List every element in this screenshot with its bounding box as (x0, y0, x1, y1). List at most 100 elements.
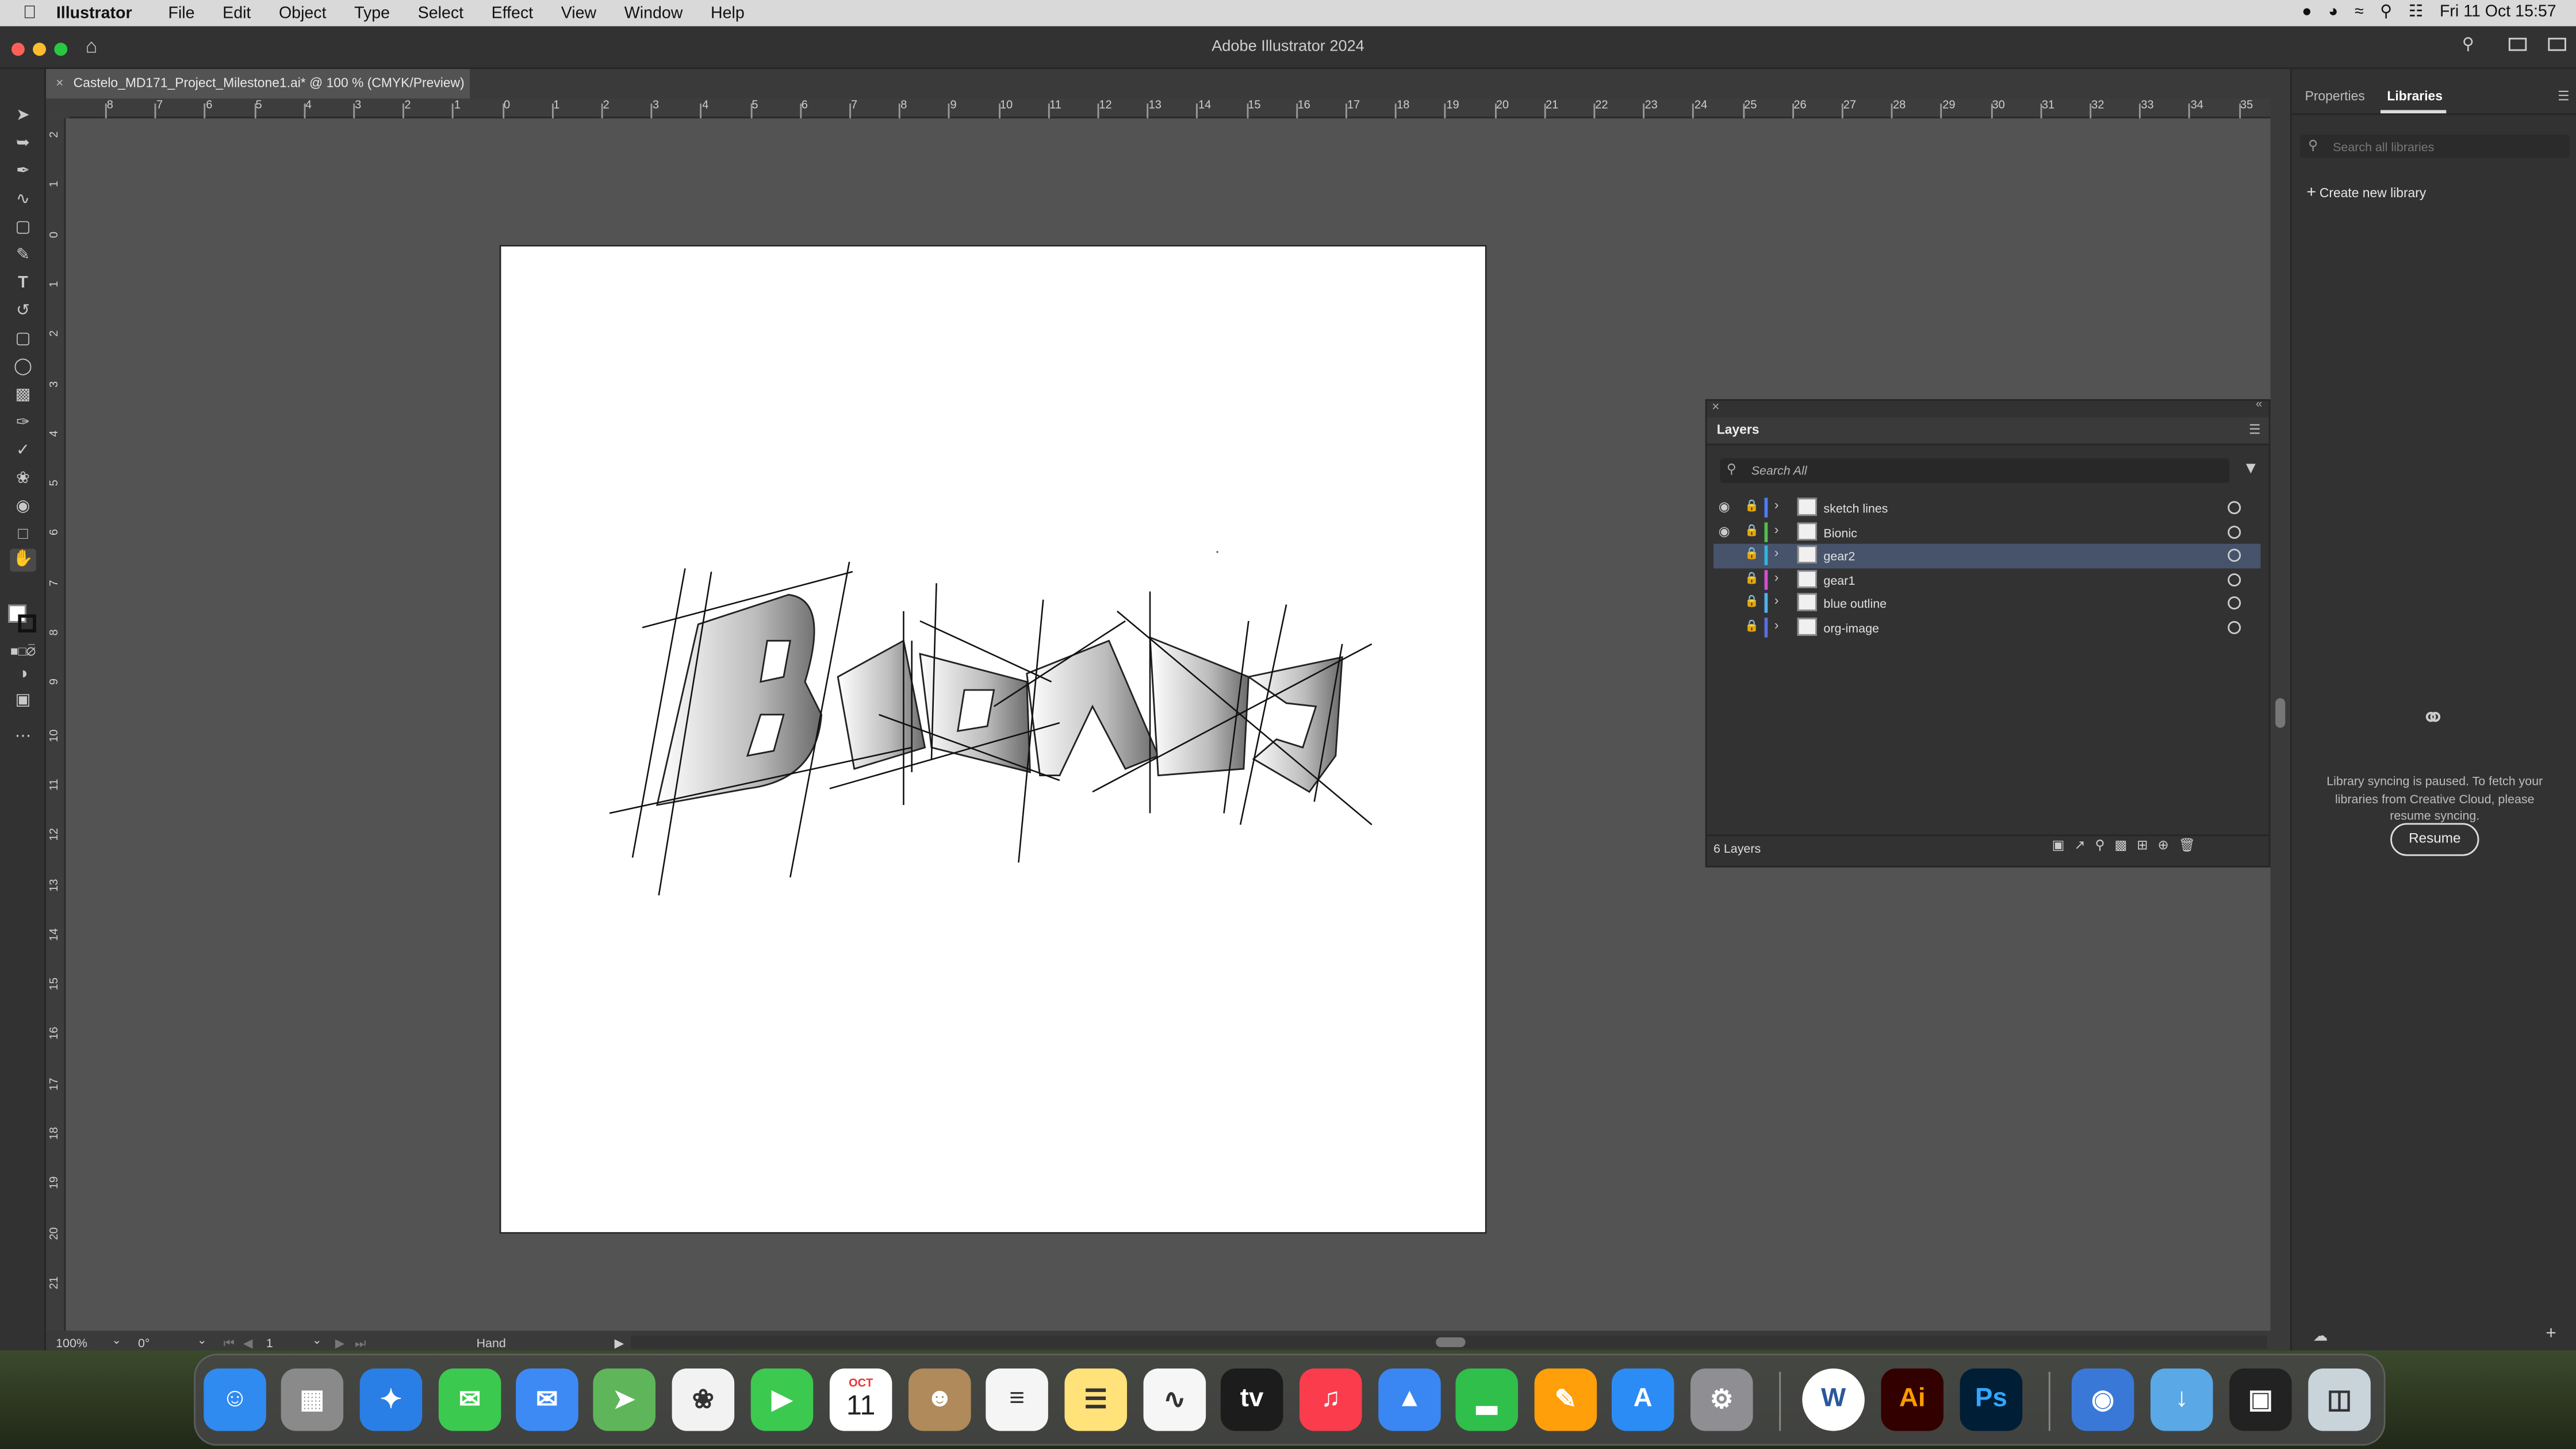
dock-photoshop-icon[interactable]: Ps (1960, 1368, 2023, 1431)
eye-icon[interactable]: ◉ (1719, 500, 1730, 515)
dock-mail-icon[interactable]: ✉ (516, 1368, 578, 1431)
app-menu[interactable]: Illustrator (56, 4, 132, 22)
close-panel-icon[interactable]: × (1712, 399, 1719, 414)
dock-finder-icon[interactable]: ☺ (204, 1368, 266, 1431)
document-tab[interactable]: × Castelo_MD171_Project_Milestone1.ai* @ … (46, 69, 470, 99)
workspace-icon[interactable] (2508, 37, 2527, 51)
eraser-tool-icon[interactable]: ▢ (10, 328, 36, 351)
expand-chevron-icon[interactable]: › (1774, 498, 1779, 513)
cloud-icon[interactable]: ☁ (2313, 1328, 2328, 1346)
color-mode-icon[interactable]: ■□⦱ (10, 641, 36, 664)
layers-search-field[interactable]: ⚲ Search All (1720, 458, 2230, 483)
horizontal-ruler[interactable]: 8 7 6 5 4 3 2 1 0 1 2 3 4 5 6 7 8 9 10 11 12 13 14 15 16 17 18 19 20… (69, 98, 2271, 118)
dock-preview-icon[interactable]: ▣ (2229, 1368, 2292, 1431)
target-circle-icon[interactable] (2228, 597, 2241, 611)
dock-network-icon[interactable]: ◉ (2071, 1368, 2134, 1431)
menu-object[interactable]: Object (279, 4, 327, 22)
collect-export-icon[interactable]: ▣ (2052, 838, 2075, 853)
clock[interactable]: Fri 11 Oct 15:57 (2440, 3, 2556, 21)
target-circle-icon[interactable] (2228, 501, 2241, 515)
target-circle-icon[interactable] (2228, 525, 2241, 538)
eye-icon[interactable]: ◉ (1719, 523, 1730, 538)
dock-notes-icon[interactable]: ☰ (1064, 1368, 1127, 1431)
layer-row[interactable]: 🔒 › org-image (1713, 616, 2260, 639)
screen-mode-icon[interactable]: ▣ (10, 690, 36, 713)
dock-launchpad-icon[interactable]: ▦ (281, 1368, 344, 1431)
dock-tv-icon[interactable]: tv (1220, 1368, 1283, 1431)
wifi-icon[interactable]: ≈ (2355, 3, 2364, 21)
next-artboard-icon[interactable]: ▶ (335, 1336, 345, 1351)
tab-libraries[interactable]: Libraries (2387, 89, 2443, 103)
blend-tool-icon[interactable]: ✓ (10, 440, 36, 463)
menu-select[interactable]: Select (418, 4, 463, 22)
expand-chevron-icon[interactable]: › (1774, 546, 1779, 561)
search-icon[interactable]: ⚲ (2462, 36, 2474, 54)
dock-facetime-icon[interactable]: ▶ (750, 1368, 814, 1431)
creative-cloud-icon[interactable]: ● (2302, 3, 2312, 21)
layer-name[interactable]: Bionic (1823, 525, 1857, 540)
search-icon[interactable]: ⚲ (2380, 3, 2392, 21)
rotate-tool-icon[interactable]: ↺ (10, 301, 36, 324)
dock-trash-icon[interactable]: ◫ (2308, 1368, 2371, 1431)
lock-icon[interactable]: 🔒 (1745, 595, 1759, 608)
dock-pages-icon[interactable]: ✎ (1534, 1368, 1597, 1431)
target-circle-icon[interactable] (2228, 621, 2241, 634)
direct-selection-tool-icon[interactable]: ➥ (10, 133, 36, 156)
create-library-button[interactable]: + Create new library (2306, 184, 2426, 202)
layer-name[interactable]: org-image (1823, 621, 1879, 636)
layer-name[interactable]: blue outline (1823, 597, 1887, 612)
sync-icon[interactable]: ◕ (2328, 3, 2338, 21)
curvature-tool-icon[interactable]: ∿ (10, 189, 36, 212)
arrange-icon[interactable] (2548, 37, 2566, 51)
layer-name[interactable]: gear2 (1823, 549, 1855, 564)
menu-type[interactable]: Type (354, 4, 390, 22)
dock-word-icon[interactable]: W (1802, 1368, 1865, 1431)
layer-name[interactable]: gear1 (1823, 573, 1855, 588)
artboard-tool-icon[interactable]: □ (10, 524, 36, 547)
lock-icon[interactable]: 🔒 (1745, 523, 1759, 536)
expand-chevron-icon[interactable]: › (1774, 570, 1779, 585)
layer-row[interactable]: 🔒 › blue outline (1713, 592, 2260, 616)
expand-chevron-icon[interactable]: › (1774, 594, 1779, 609)
control-center-icon[interactable]: ☷ (2409, 3, 2424, 21)
lock-icon[interactable]: 🔒 (1745, 572, 1759, 585)
menu-view[interactable]: View (561, 4, 596, 22)
layer-row[interactable]: ◉ 🔒 › sketch lines (1713, 496, 2260, 520)
layer-row[interactable]: 🔒 › gear1 (1713, 568, 2260, 592)
menu-edit[interactable]: Edit (223, 4, 251, 22)
new-sublayer-icon[interactable]: ⊞ (2137, 838, 2157, 853)
eyedropper-tool-icon[interactable]: ✑ (10, 412, 36, 435)
dock-downloads-icon[interactable]: ↓ (2150, 1368, 2213, 1431)
panel-menu-icon[interactable]: ☰ (2558, 89, 2569, 103)
dock-contacts-icon[interactable]: ☻ (908, 1368, 971, 1431)
chevron-down-icon[interactable]: ⌄ (312, 1334, 322, 1347)
dock-maps-icon[interactable]: ➤ (593, 1368, 656, 1431)
horizontal-scroll-thumb[interactable] (1436, 1337, 1466, 1347)
rectangle-tool-icon[interactable]: ▢ (10, 217, 36, 240)
dock-keynote-icon[interactable]: ▲ (1378, 1368, 1441, 1431)
locate-object-icon[interactable]: ⚲ (2095, 838, 2115, 853)
vertical-ruler[interactable]: 2 1 0 1 2 3 4 5 6 7 8 9 10 11 12 13 14 15 16 17 18 19 20 21 (46, 118, 66, 1331)
dock-app-store-icon[interactable]: A (1611, 1368, 1674, 1431)
shape-builder-tool-icon[interactable]: ◉ (10, 496, 36, 519)
lock-icon[interactable]: 🔒 (1745, 500, 1759, 512)
clipping-mask-icon[interactable]: ▩ (2115, 838, 2137, 853)
new-layer-icon[interactable]: ⊕ (2158, 838, 2179, 853)
close-tab-icon[interactable]: × (56, 75, 63, 90)
draw-mode-icon[interactable]: ◑ (10, 664, 36, 687)
dock-reminders-icon[interactable]: ≡ (986, 1368, 1048, 1431)
hand-tool-icon[interactable]: ✋ (10, 549, 36, 572)
dock-photos-icon[interactable]: ❀ (672, 1368, 735, 1431)
gradient-tool-icon[interactable]: ▩ (10, 385, 36, 408)
apple-icon[interactable]:  (23, 3, 37, 23)
more-tools-icon[interactable]: ⋯ (10, 726, 36, 749)
library-search-field[interactable]: ⚲ Search all libraries (2300, 135, 2570, 158)
expand-chevron-icon[interactable]: › (1774, 522, 1779, 536)
collapse-panel-icon[interactable]: « (2256, 399, 2262, 411)
dock-messages-icon[interactable]: ✉ (438, 1368, 501, 1431)
chevron-down-icon[interactable]: ⌄ (112, 1334, 121, 1347)
delete-layer-icon[interactable]: 🗑 (2179, 838, 2205, 853)
dock-illustrator-icon[interactable]: Ai (1881, 1368, 1943, 1431)
target-circle-icon[interactable] (2228, 573, 2241, 586)
tab-properties[interactable]: Properties (2305, 89, 2365, 103)
